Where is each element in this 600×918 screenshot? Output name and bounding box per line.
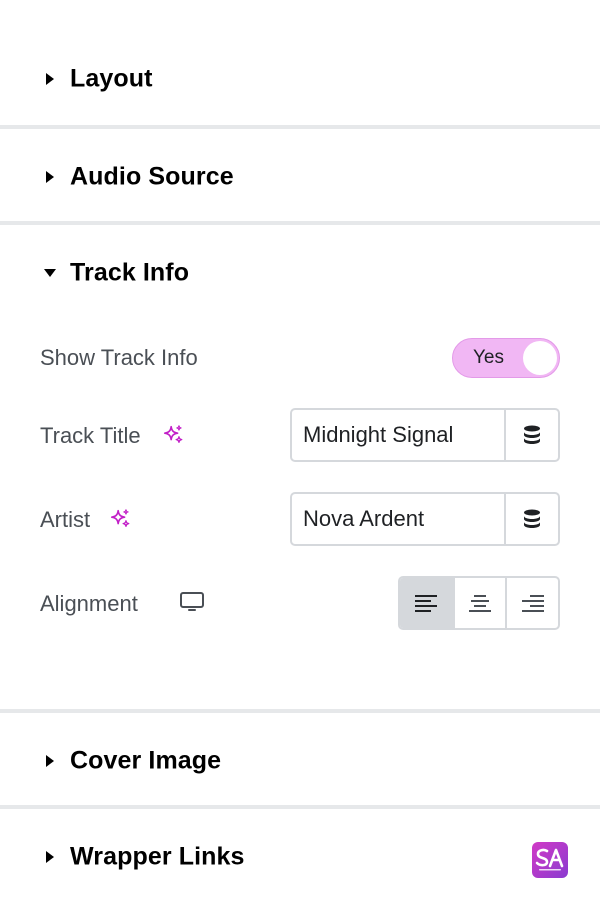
align-left-button[interactable]: [400, 578, 453, 628]
text-align-center-icon: [468, 595, 491, 612]
section-title: Wrapper Links: [70, 842, 245, 871]
section-cover-image-header[interactable]: Cover Image: [0, 731, 600, 791]
section-title: Track Info: [70, 258, 190, 287]
track-title-input[interactable]: [292, 410, 506, 460]
caret-down-icon: [44, 269, 56, 277]
desktop-monitor-icon[interactable]: [180, 592, 204, 612]
section-audio-source-header[interactable]: Audio Source: [0, 147, 600, 207]
section-layout-header[interactable]: Layout: [0, 49, 600, 109]
ai-sparkle-icon[interactable]: [162, 424, 184, 446]
toggle-knob: [523, 341, 557, 375]
artist-label: Artist: [40, 507, 91, 532]
section-divider: [0, 125, 600, 129]
database-icon: [524, 425, 540, 444]
toggle-state-text: Yes: [473, 347, 504, 368]
caret-right-icon: [46, 171, 54, 183]
alignment-button-group: [398, 576, 560, 630]
caret-right-icon: [46, 851, 54, 863]
section-divider: [0, 709, 600, 713]
text-align-right-icon: [521, 595, 544, 612]
database-icon: [524, 509, 540, 528]
track-title-field: [290, 408, 560, 462]
text-align-left-icon: [415, 595, 438, 612]
section-title: Cover Image: [70, 746, 222, 775]
dynamic-tags-button[interactable]: [504, 410, 558, 460]
align-center-button[interactable]: [452, 578, 506, 628]
section-track-info-header[interactable]: Track Info: [0, 243, 600, 303]
caret-right-icon: [46, 755, 54, 767]
section-title: Layout: [70, 64, 153, 93]
artist-field: [290, 492, 560, 546]
brand-logo-mark: [535, 848, 564, 871]
brand-logo-icon: [532, 842, 568, 878]
section-divider: [0, 221, 600, 225]
caret-right-icon: [46, 73, 54, 85]
show-track-info-toggle[interactable]: Yes: [452, 338, 560, 378]
ai-sparkle-icon[interactable]: [109, 508, 131, 530]
section-divider: [0, 805, 600, 809]
section-wrapper-links-header[interactable]: Wrapper Links: [0, 827, 600, 887]
dynamic-tags-button[interactable]: [504, 494, 558, 544]
show-track-info-label: Show Track Info: [40, 345, 198, 370]
align-right-button[interactable]: [505, 578, 558, 628]
alignment-label: Alignment: [40, 591, 138, 616]
track-title-label: Track Title: [40, 423, 141, 448]
artist-input[interactable]: [292, 494, 506, 544]
section-title: Audio Source: [70, 162, 234, 191]
